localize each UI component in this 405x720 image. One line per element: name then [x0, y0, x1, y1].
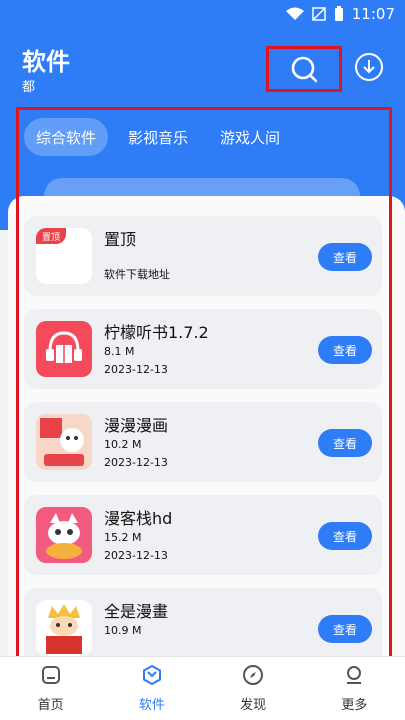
tab-游戏人间[interactable]: 游戏人间 [208, 118, 292, 156]
bottom-navigation: 首页 软件 发现 更多 [0, 656, 405, 720]
app-date: 2023-12-13 [104, 456, 168, 469]
app-subtitle: 软件下载地址 [104, 268, 170, 281]
nav-label: 发现 [240, 698, 267, 713]
view-button[interactable]: 查看 [318, 615, 372, 643]
list-item[interactable]: 柠檬听书1.7.2 8.1 M 2023-12-13 查看 [24, 309, 382, 389]
category-tabs: 综合软件 影视音乐 游戏人间 [24, 118, 292, 156]
nav-item-software[interactable]: 软件 [101, 657, 202, 720]
nav-item-more[interactable]: 更多 [304, 657, 405, 720]
view-button[interactable]: 查看 [318, 522, 372, 550]
download-button[interactable] [352, 50, 386, 84]
wifi-icon [285, 7, 304, 20]
battery-icon [334, 6, 343, 21]
status-bar: 11:07 [0, 0, 405, 28]
app-icon [36, 600, 92, 656]
app-name: 置顶 [104, 230, 137, 249]
list-item[interactable]: 漫客栈hd 15.2 M 2023-12-13 查看 [24, 495, 382, 575]
manga-character-icon [36, 414, 92, 470]
search-icon [291, 56, 318, 83]
list-item[interactable]: 全是漫畫 10.9 M 查看 [24, 588, 382, 656]
app-date: 2023-12-13 [104, 363, 168, 376]
app-size: 10.9 M [104, 624, 142, 637]
tab-综合软件[interactable]: 综合软件 [24, 118, 109, 156]
app-icon [36, 507, 92, 563]
view-button[interactable]: 查看 [318, 243, 372, 271]
nav-label: 更多 [341, 698, 368, 713]
app-name: 漫客栈hd [104, 509, 173, 528]
nav-label: 首页 [37, 698, 64, 713]
app-size: 15.2 M [104, 531, 142, 544]
cat-icon [46, 513, 82, 559]
headphones-book-icon [46, 331, 82, 363]
pinned-badge: 置顶 [36, 228, 66, 244]
app-icon [36, 321, 92, 377]
app-name: 全是漫畫 [104, 602, 169, 621]
search-button[interactable] [266, 46, 342, 92]
app-date: 2023-12-13 [104, 549, 168, 562]
view-button[interactable]: 查看 [318, 336, 372, 364]
app-size: 10.2 M [104, 438, 142, 451]
software-icon [142, 664, 161, 686]
list-item[interactable]: 漫漫漫画 10.2 M 2023-12-13 查看 [24, 402, 382, 482]
app-icon: 置顶 [36, 228, 92, 284]
app-size: 8.1 M [104, 345, 135, 358]
view-button[interactable]: 查看 [318, 429, 372, 457]
compass-icon [243, 665, 264, 685]
app-name: 柠檬听书1.7.2 [104, 323, 209, 342]
app-icon [36, 414, 92, 470]
no-signal-icon [312, 7, 326, 21]
reading-boy-icon [46, 604, 82, 654]
home-icon [41, 666, 60, 684]
nav-item-discover[interactable]: 发现 [203, 657, 304, 720]
user-icon [347, 666, 362, 684]
page-subtitle: 都 [22, 80, 36, 95]
page-title: 软件 [22, 48, 70, 76]
app-name: 漫漫漫画 [104, 416, 169, 435]
download-icon [355, 53, 383, 81]
list-item[interactable]: 置顶 置顶 软件下载地址 查看 [24, 216, 382, 296]
nav-item-home[interactable]: 首页 [0, 657, 101, 720]
nav-label: 软件 [138, 698, 165, 713]
tab-影视音乐[interactable]: 影视音乐 [116, 118, 200, 156]
status-time: 11:07 [351, 5, 395, 23]
app-list: 置顶 置顶 软件下载地址 查看 柠檬听书1.7.2 8.1 M 2023-12-… [8, 196, 405, 656]
